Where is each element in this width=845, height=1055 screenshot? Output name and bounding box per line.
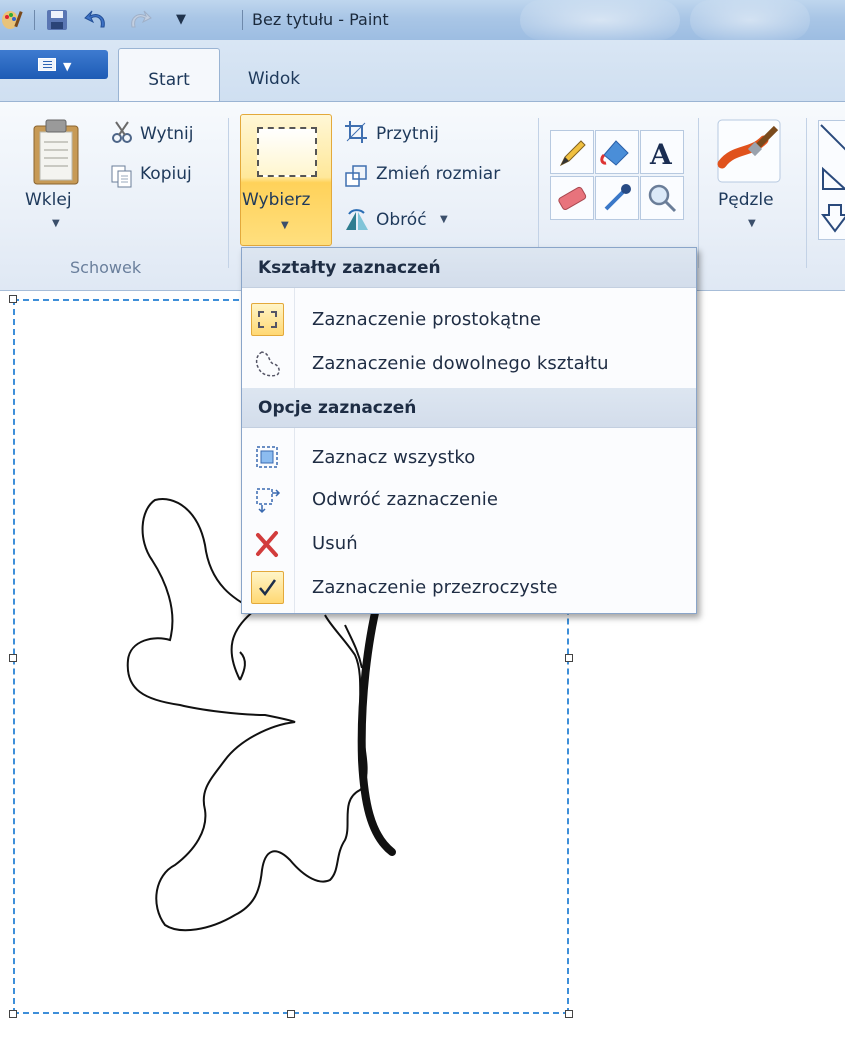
delete-x-icon [256, 531, 278, 557]
menu-item-select-all[interactable]: Zaznacz wszystko [242, 436, 696, 480]
delete-label: Usuń [312, 533, 358, 554]
rect-selection-icon [251, 303, 284, 336]
select-dropdown-menu: Kształty zaznaczeń Zaznaczenie prostokąt… [241, 247, 697, 614]
free-selection-icon [255, 351, 280, 377]
menu-section-options: Opcje zaznaczeń [242, 388, 696, 428]
select-all-label: Zaznacz wszystko [312, 447, 476, 468]
menu-item-invert-selection[interactable]: Odwróć zaznaczenie [242, 478, 696, 522]
menu-item-free-selection[interactable]: Zaznaczenie dowolnego kształtu [242, 342, 696, 386]
menu-item-rect-selection[interactable]: Zaznaczenie prostokątne [242, 298, 696, 342]
menu-item-transparent-selection[interactable]: Zaznaczenie przezroczyste [242, 566, 696, 610]
invert-selection-icon [256, 488, 281, 514]
free-selection-label: Zaznaczenie dowolnego kształtu [312, 353, 609, 374]
invert-selection-label: Odwróć zaznaczenie [312, 489, 499, 510]
menu-section-shapes: Kształty zaznaczeń [242, 248, 696, 288]
checkmark-icon [251, 571, 284, 604]
transparent-selection-label: Zaznaczenie przezroczyste [312, 577, 558, 598]
menu-item-delete[interactable]: Usuń [242, 522, 696, 566]
rect-selection-label: Zaznaczenie prostokątne [312, 309, 542, 330]
select-all-icon [256, 446, 278, 468]
paint-window: ▼ Bez tytułu - Paint ▼ Start Widok Wklej… [0, 0, 845, 1055]
